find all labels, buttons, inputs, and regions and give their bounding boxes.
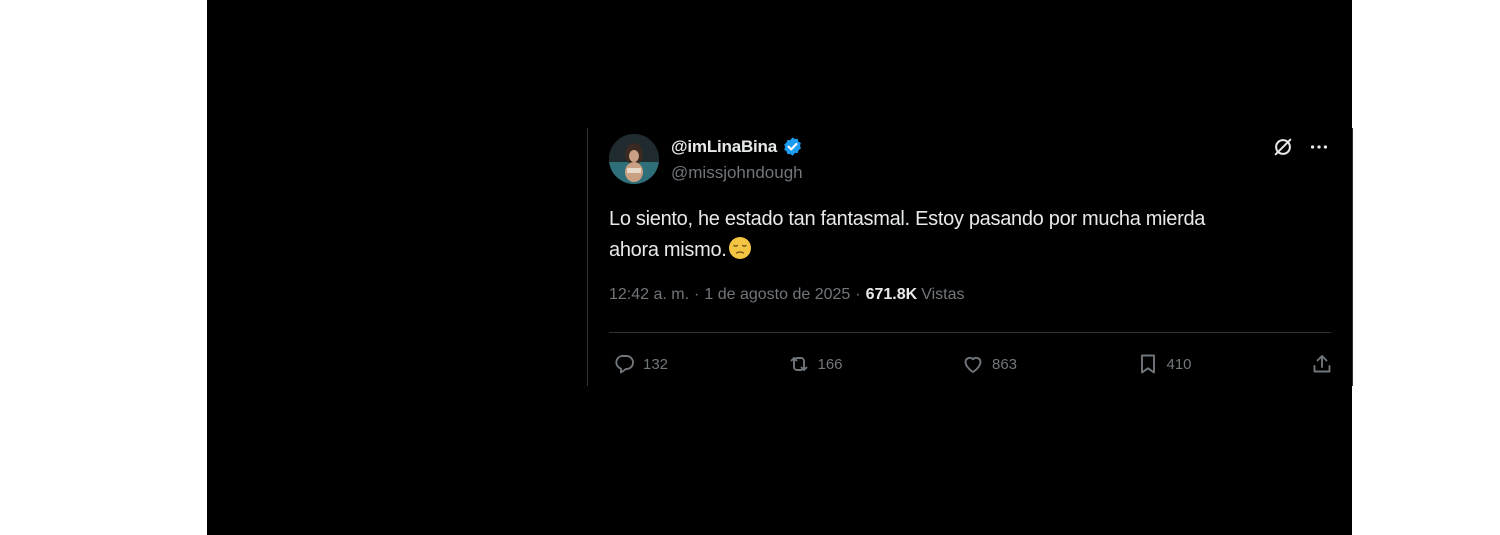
tweet-meta: 12:42 a. m. · 1 de agosto de 2025 · 671.… xyxy=(609,286,964,304)
verified-badge-icon xyxy=(782,136,803,157)
views-label: Vistas xyxy=(921,286,965,303)
tweet-text-line-2: ahora mismo. xyxy=(609,239,727,261)
user-handle[interactable]: @missjohndough xyxy=(671,163,803,183)
bookmark-icon xyxy=(1140,354,1155,374)
meta-separator: · xyxy=(855,286,861,303)
share-icon xyxy=(1313,355,1331,373)
black-background-panel: @imLinaBina @missjohndough Lo siento, he… xyxy=(207,0,1353,535)
action-bar: 132 166 863 410 xyxy=(612,350,1334,378)
tweet-time[interactable]: 12:42 a. m. xyxy=(609,286,689,304)
like-count: 863 xyxy=(992,355,1018,373)
bookmark-count: 410 xyxy=(1166,355,1192,373)
pensive-face-emoji-icon xyxy=(728,236,752,260)
repost-button[interactable]: 166 xyxy=(787,352,843,376)
name-row: @imLinaBina xyxy=(671,136,803,157)
profile-photo-icon xyxy=(609,134,659,184)
display-name[interactable]: @imLinaBina xyxy=(671,137,777,157)
views-count[interactable]: 671.8K xyxy=(866,286,918,304)
share-button[interactable] xyxy=(1310,352,1334,376)
top-icons xyxy=(1272,136,1330,158)
bookmark-button[interactable]: 410 xyxy=(1136,352,1192,376)
tweet-date[interactable]: 1 de agosto de 2025 xyxy=(704,286,850,304)
repost-count: 166 xyxy=(817,355,843,373)
more-options-icon[interactable] xyxy=(1308,136,1330,158)
divider xyxy=(609,332,1331,333)
repost-icon xyxy=(790,357,807,371)
tweet-card: @imLinaBina @missjohndough Lo siento, he… xyxy=(587,128,1353,386)
avatar[interactable] xyxy=(609,134,659,184)
tweet-text: Lo siento, he estado tan fantasmal. Esto… xyxy=(609,204,1319,266)
grok-icon[interactable] xyxy=(1272,136,1294,158)
tweet-text-line-1: Lo siento, he estado tan fantasmal. Esto… xyxy=(609,208,1206,230)
author-block: @imLinaBina @missjohndough xyxy=(671,136,803,183)
like-button[interactable]: 863 xyxy=(961,352,1017,376)
meta-separator: · xyxy=(694,286,700,303)
reply-count: 132 xyxy=(643,355,669,373)
heart-icon xyxy=(964,356,982,373)
reply-icon xyxy=(615,355,634,374)
reply-button[interactable]: 132 xyxy=(612,352,668,376)
